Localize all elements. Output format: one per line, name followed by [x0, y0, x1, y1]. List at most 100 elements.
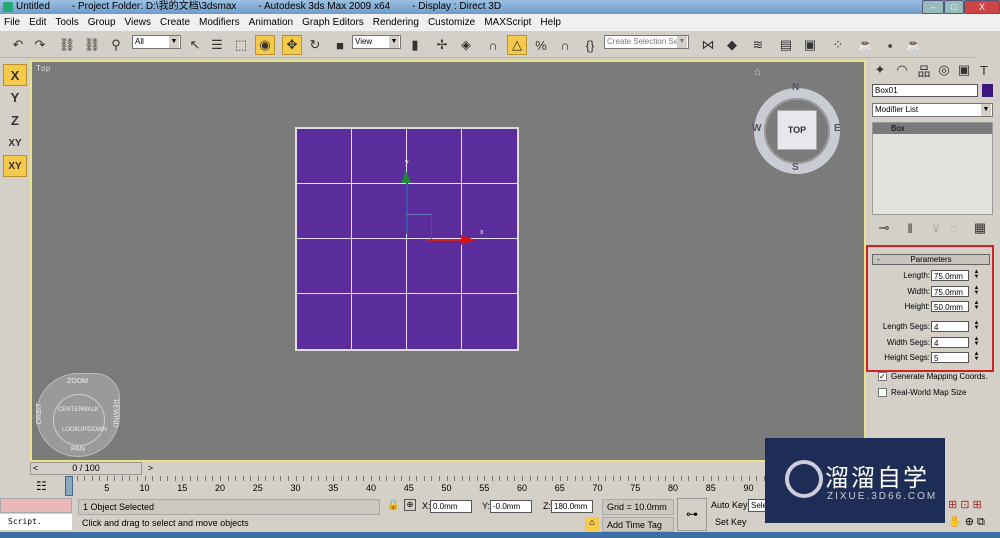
menu-rendering[interactable]: Rendering: [373, 17, 419, 28]
create-tab-icon[interactable]: ✦: [870, 60, 890, 80]
configure-modifier-sets-icon[interactable]: ▦: [970, 218, 990, 238]
wheel-updown[interactable]: UP/DOWN: [78, 427, 107, 433]
selection-filter-dropdown[interactable]: All: [132, 35, 181, 49]
menu-help[interactable]: Help: [540, 17, 561, 28]
link-icon[interactable]: ⛓: [57, 35, 77, 55]
time-tag-icon[interactable]: ⌂: [585, 517, 599, 531]
z-coordinate-field[interactable]: 180.0mm: [551, 500, 593, 513]
pan-orbit-icons[interactable]: ✋ ⊕ ⧉: [948, 515, 985, 529]
param-spinner-icon[interactable]: ▲ ▼: [973, 300, 980, 312]
y-coordinate-field[interactable]: -0.0mm: [490, 500, 532, 513]
time-slider[interactable]: <0 / 100 >: [30, 462, 153, 475]
modifier-list-dropdown[interactable]: Modifier List: [872, 103, 993, 117]
bind-space-warp-icon[interactable]: ⚲: [106, 35, 126, 55]
layer-manager-icon[interactable]: ≋: [748, 35, 768, 55]
modify-tab-icon[interactable]: ◠: [892, 60, 912, 80]
snaps-toggle-icon[interactable]: ∩: [483, 35, 503, 55]
edit-named-selection-icon[interactable]: {}: [580, 35, 600, 55]
set-key-button[interactable]: Set Key: [715, 517, 747, 527]
mini-curve-editor-icon[interactable]: ☷: [36, 479, 47, 493]
select-and-move-icon[interactable]: ✥: [282, 35, 302, 55]
rectangular-selection-icon[interactable]: ⬚: [231, 35, 251, 55]
object-color-swatch[interactable]: [982, 84, 993, 97]
close-button[interactable]: X: [964, 0, 1000, 14]
make-unique-icon[interactable]: ∨: [926, 218, 946, 238]
constraint-x[interactable]: X: [3, 64, 27, 86]
param-spinner-icon[interactable]: ▲ ▼: [973, 351, 980, 363]
curve-editor-icon[interactable]: ▤: [776, 35, 796, 55]
gizmo-x-arrow-icon[interactable]: [461, 235, 475, 245]
utilities-tab-icon[interactable]: T: [974, 60, 994, 80]
wheel-zoom[interactable]: ZOOM: [67, 378, 88, 385]
wheel-rewind[interactable]: REWIND: [112, 399, 119, 427]
maximize-button[interactable]: □: [944, 0, 964, 14]
param-spinner-icon[interactable]: ▲ ▼: [973, 285, 980, 297]
reference-coordinate-dropdown[interactable]: View: [352, 35, 401, 49]
home-icon[interactable]: ⌂: [754, 66, 761, 78]
param-spinner-icon[interactable]: ▲ ▼: [973, 336, 980, 348]
select-and-scale-icon[interactable]: ■: [330, 35, 350, 55]
track-bar[interactable]: 051015202530354045505560657075808590: [65, 476, 865, 496]
add-time-tag-button[interactable]: Add Time Tag: [602, 517, 674, 532]
parameters-rollout-header[interactable]: - Parameters: [872, 254, 990, 265]
quick-render-icon[interactable]: ☕: [904, 35, 924, 55]
viewport-label[interactable]: Top: [36, 64, 50, 73]
angle-snap-icon[interactable]: △: [507, 35, 527, 55]
select-by-name-icon[interactable]: ☰: [207, 35, 227, 55]
material-editor-icon[interactable]: ⁘: [828, 35, 848, 55]
constraint-xy[interactable]: XY: [3, 133, 27, 155]
wheel-orbit[interactable]: ORBIT: [36, 403, 43, 424]
gizmo-y-arrow-icon[interactable]: [401, 171, 411, 183]
param-spinner-icon[interactable]: ▲ ▼: [973, 269, 980, 281]
zoom-extents-icon[interactable]: ⊞ ⊡ ⊞: [948, 498, 982, 511]
wheel-walk[interactable]: WALK: [82, 407, 99, 413]
constraint-y[interactable]: Y: [3, 87, 27, 109]
display-tab-icon[interactable]: ▣: [954, 60, 974, 80]
constraint-z[interactable]: Z: [3, 110, 27, 132]
x-coordinate-field[interactable]: 0.0mm: [430, 500, 472, 513]
select-object-icon[interactable]: ↖: [185, 35, 205, 55]
viewcube-top-face[interactable]: TOP: [777, 110, 817, 150]
maxscript-mini-listener[interactable]: Script.: [0, 514, 72, 530]
absolute-mode-icon[interactable]: ⊕: [404, 499, 416, 511]
set-key-icon[interactable]: ⊶: [677, 498, 707, 531]
maxscript-listener-pink[interactable]: [0, 498, 72, 513]
box01-object[interactable]: y x: [295, 127, 519, 351]
unlink-icon[interactable]: ⛓: [82, 35, 102, 55]
show-end-result-icon[interactable]: ‖: [900, 218, 920, 238]
menu-views[interactable]: Views: [125, 17, 152, 28]
window-crossing-icon[interactable]: ◉: [255, 35, 275, 55]
percent-snap-icon[interactable]: %: [531, 35, 551, 55]
rollout-collapse[interactable]: -: [877, 255, 880, 264]
gizmo-plane-handle[interactable]: [406, 214, 432, 240]
viewport-top[interactable]: Top y x ⌂ TOP N S W E ZOOM PAN ORBIT REW…: [30, 60, 866, 462]
render-setup-icon[interactable]: ☕: [856, 35, 876, 55]
steering-wheel[interactable]: ZOOM PAN ORBIT REWIND CENTER WALK LOOK U…: [36, 373, 120, 457]
param-field[interactable]: 4: [931, 321, 969, 332]
pivot-center-icon[interactable]: ▮: [405, 35, 425, 55]
time-next-button[interactable]: >: [148, 463, 153, 474]
select-and-rotate-icon[interactable]: ↻: [305, 35, 325, 55]
menu-file[interactable]: File: [4, 17, 20, 28]
menu-tools[interactable]: Tools: [55, 17, 78, 28]
menu-modifiers[interactable]: Modifiers: [199, 17, 240, 28]
wheel-look[interactable]: LOOK: [62, 427, 79, 433]
rendered-frame-window-icon[interactable]: ▪: [880, 35, 900, 55]
menu-customize[interactable]: Customize: [428, 17, 475, 28]
time-slider-handle[interactable]: [65, 476, 73, 496]
menu-maxscript[interactable]: MAXScript: [484, 17, 531, 28]
param-field[interactable]: 75.0mm: [931, 270, 969, 281]
param-field[interactable]: 50.0mm: [931, 301, 969, 312]
modifier-stack-item-box[interactable]: Box: [873, 123, 992, 134]
hierarchy-tab-icon[interactable]: 品: [914, 60, 934, 80]
object-name-field[interactable]: Box01: [872, 84, 978, 97]
menu-graph-editors[interactable]: Graph Editors: [302, 17, 364, 28]
param-field[interactable]: 4: [931, 337, 969, 348]
keyboard-shortcut-override-icon[interactable]: ◈: [456, 35, 476, 55]
lock-selection-icon[interactable]: 🔒: [387, 500, 399, 511]
named-selection-set-dropdown[interactable]: Create Selection Set: [604, 35, 689, 49]
schematic-view-icon[interactable]: ▣: [800, 35, 820, 55]
spinner-snap-icon[interactable]: ∩: [555, 35, 575, 55]
motion-tab-icon[interactable]: ◎: [934, 60, 954, 80]
wheel-center[interactable]: CENTER: [58, 407, 83, 413]
